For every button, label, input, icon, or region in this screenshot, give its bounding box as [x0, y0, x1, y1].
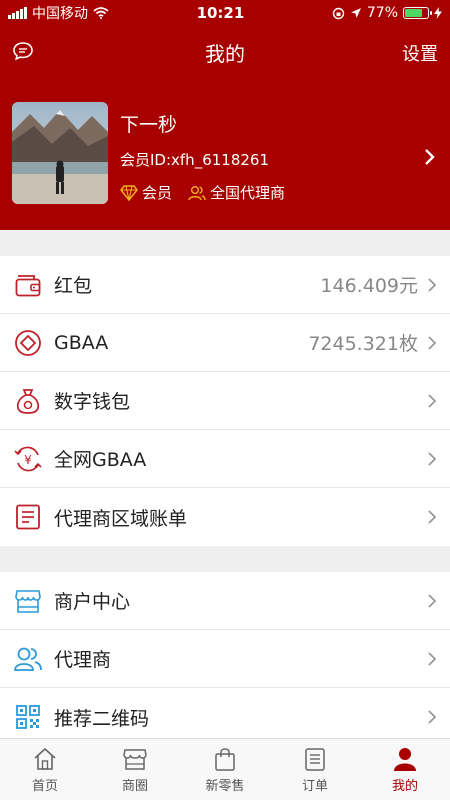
person-icon [394, 747, 416, 771]
menu-item-network-gbaa[interactable]: ¥ 全网GBAA [0, 430, 450, 488]
chevron-right-icon [428, 510, 437, 524]
store-icon [12, 585, 44, 617]
menu-item-digital-wallet[interactable]: 数字钱包 [0, 372, 450, 430]
agent-tag-label: 全国代理商 [210, 184, 286, 202]
menu-label: 商户中心 [54, 591, 131, 613]
battery-icon [403, 7, 432, 19]
order-icon [305, 747, 325, 771]
agent-tag: 全国代理商 [188, 182, 285, 203]
menu-label: 代理商 [54, 649, 112, 671]
member-id: 会员ID:xfh_6118261 [120, 151, 269, 169]
menu-item-red-packet[interactable]: 红包 146.409元 [0, 256, 450, 314]
tab-home[interactable]: 首页 [0, 739, 90, 800]
menu-item-gbaa[interactable]: GBAA 7245.321枚 [0, 314, 450, 372]
tab-label: 首页 [31, 778, 58, 794]
battery-percent: 77% [366, 5, 398, 21]
menu-label: GBAA [54, 331, 109, 354]
menu-label: 推荐二维码 [54, 707, 150, 730]
menu-item-merchant-center[interactable]: 商户中心 [0, 572, 450, 630]
clock: 10:21 [196, 4, 245, 22]
chevron-right-icon [428, 393, 437, 408]
diamond-coin-icon [12, 327, 44, 359]
svg-text:¥: ¥ [24, 453, 32, 467]
profile-info: 下一秒 会员ID:xfh_6118261 会员 全国代理商 [120, 102, 295, 203]
menu-item-agents[interactable]: 代理商 [0, 630, 450, 688]
wifi-icon [93, 7, 109, 19]
menu-group-finance: 红包 146.409元 GBAA 7245.321枚 数字钱包 ¥ 全网GBAA… [0, 256, 450, 546]
chevron-right-icon [428, 335, 437, 350]
signal-icon [8, 7, 27, 19]
section-divider [0, 546, 450, 572]
tab-label: 我的 [391, 778, 418, 794]
agents-icon [12, 643, 44, 675]
gbaa-value: 7245.321枚 [308, 333, 418, 355]
message-icon[interactable] [12, 40, 34, 62]
tab-new-retail[interactable]: 新零售 [180, 739, 270, 800]
section-divider [0, 230, 450, 256]
chevron-right-icon [428, 710, 437, 724]
chevron-right-icon [428, 651, 437, 666]
nav-bar: 我的 设置 [0, 26, 450, 78]
user-name: 下一秒 [120, 114, 178, 136]
chevron-right-icon [425, 149, 435, 165]
menu-label: 全网GBAA [54, 449, 147, 471]
bag-icon [215, 747, 235, 771]
yuan-exchange-icon: ¥ [12, 443, 44, 475]
menu-label: 数字钱包 [54, 391, 131, 413]
tab-shop[interactable]: 商圈 [90, 739, 180, 800]
users-icon [188, 185, 206, 200]
chevron-right-icon [428, 451, 437, 466]
menu-group-business: 商户中心 代理商 推荐二维码 [0, 572, 450, 746]
menu-label: 代理商区域账单 [54, 507, 188, 530]
header-area: 中国移动 10:21 77% 我的 设置 下一秒 会员ID:xfh_611826… [0, 0, 450, 230]
page-title: 我的 [205, 41, 245, 66]
tab-label: 新零售 [205, 778, 245, 794]
wallet-icon [12, 269, 44, 301]
member-tag: 会员 [120, 182, 172, 203]
qrcode-icon [12, 701, 44, 733]
tab-orders[interactable]: 订单 [270, 739, 360, 800]
shop-icon [123, 748, 147, 770]
profile-tags: 会员 全国代理商 [120, 182, 295, 203]
member-tag-label: 会员 [142, 184, 173, 202]
diamond-icon [120, 184, 138, 201]
red-packet-value: 146.409元 [320, 275, 418, 297]
menu-item-agent-bill[interactable]: 代理商区域账单 [0, 488, 450, 546]
money-bag-icon [12, 385, 44, 417]
profile-card[interactable]: 下一秒 会员ID:xfh_6118261 会员 全国代理商 [0, 78, 450, 230]
tab-bar: 首页 商圈 新零售 订单 我的 [0, 738, 450, 800]
charging-icon [434, 7, 442, 19]
tab-label: 商圈 [121, 778, 148, 794]
bill-icon [12, 501, 44, 533]
settings-button[interactable]: 设置 [402, 40, 438, 66]
status-bar: 中国移动 10:21 77% [0, 0, 450, 26]
avatar[interactable] [12, 102, 108, 204]
home-icon [34, 747, 56, 770]
tab-mine[interactable]: 我的 [360, 739, 450, 800]
chevron-right-icon [428, 277, 437, 292]
menu-label: 红包 [54, 275, 93, 297]
tab-label: 订单 [301, 778, 328, 794]
carrier-label: 中国移动 [32, 6, 88, 22]
rotation-lock-icon [332, 7, 345, 19]
location-icon [350, 8, 361, 18]
chevron-right-icon [428, 593, 437, 608]
